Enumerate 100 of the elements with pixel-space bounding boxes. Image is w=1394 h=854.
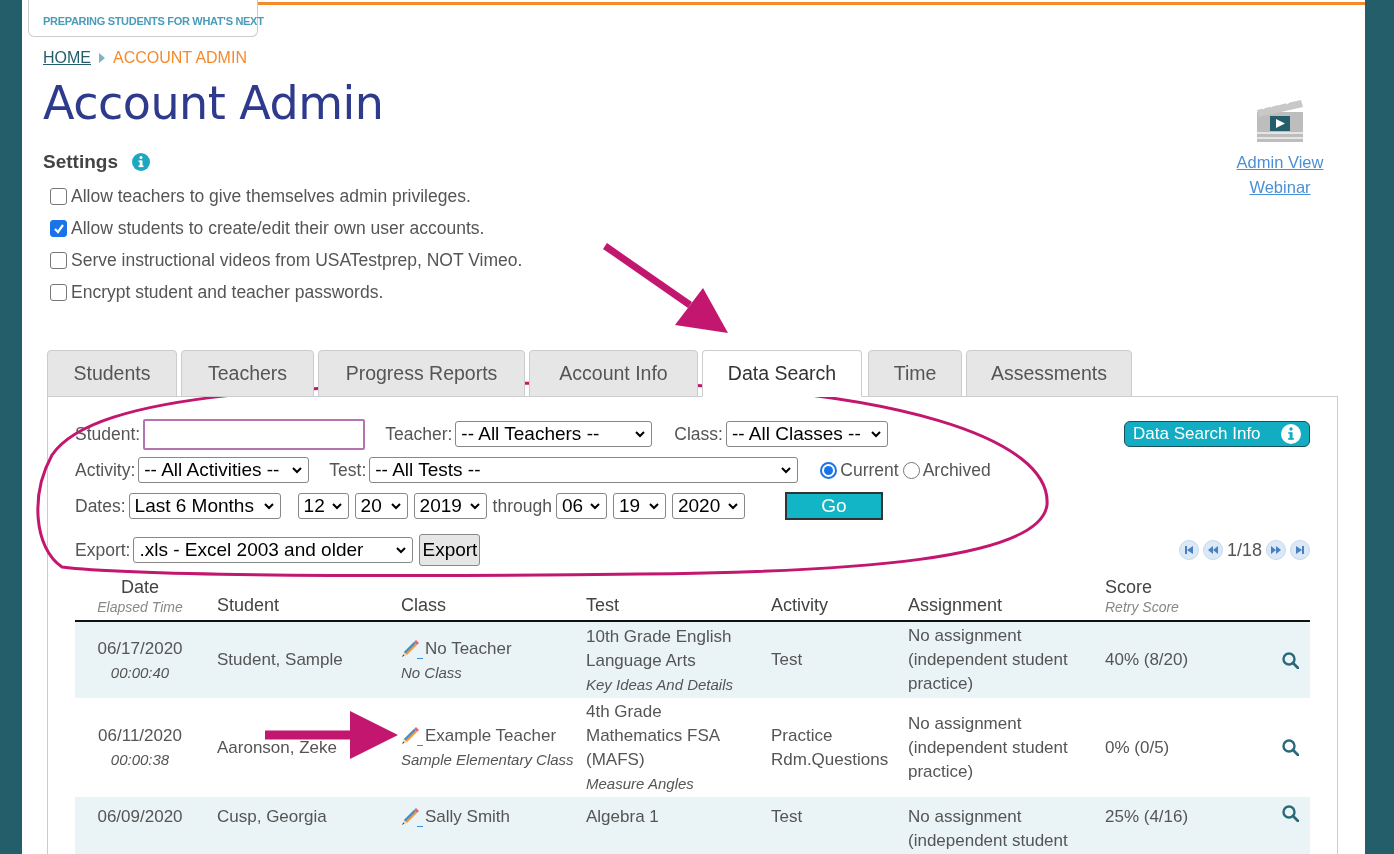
chevron-icon	[870, 430, 881, 438]
setting-label: Serve instructional videos from USATestprep, NOT Vimeo.	[71, 249, 523, 271]
checkbox[interactable]	[50, 283, 67, 301]
activity-dropdown[interactable]: -- All Activities --	[138, 457, 310, 483]
test-name: 10th Grade English Language Arts	[586, 625, 733, 672]
field-label: through	[492, 495, 552, 517]
previous-page-icon[interactable]	[1202, 540, 1223, 560]
score-text: 25% (4/16)	[1105, 807, 1189, 826]
student-search-field[interactable]	[143, 418, 366, 450]
setting-label: Encrypt student and teacher passwords.	[71, 281, 384, 303]
chevron-icon	[263, 502, 274, 510]
column-header: Date	[120, 577, 160, 598]
date-text: 06/17/2020	[96, 637, 184, 660]
class-name: Sample Elementary Class	[401, 750, 574, 770]
chevron-icon	[648, 502, 659, 510]
info-icon[interactable]	[131, 153, 150, 171]
video-icon[interactable]	[1255, 98, 1305, 144]
field-label: Export:	[75, 539, 131, 561]
elapsed-time: 00:00:40	[109, 662, 171, 683]
date-dropdown[interactable]: 20	[354, 493, 408, 519]
next-page-icon[interactable]	[1266, 540, 1286, 560]
assignment-text: No assignment (independent student	[908, 807, 1068, 850]
tab[interactable]: Progress Reports	[318, 350, 525, 397]
page-indicator: 1/18	[1226, 539, 1262, 561]
setting-label: Allow teachers to give themselves admin privileges.	[71, 185, 471, 207]
date-text: 06/09/2020	[96, 806, 184, 828]
chevron-icon	[635, 430, 646, 438]
chevron-icon	[396, 546, 407, 554]
export-format-dropdown[interactable]: .xls - Excel 2003 and older	[133, 537, 414, 563]
date-text: 06/11/2020	[97, 725, 183, 747]
date-dropdown[interactable]: 12	[297, 493, 349, 519]
date-dropdown[interactable]: 2020	[671, 493, 745, 519]
breadcrumb-current: ACCOUNT ADMIN	[113, 49, 247, 67]
field-label: Dates:	[75, 495, 126, 517]
breadcrumb-link[interactable]: HOME	[43, 49, 91, 67]
score-text: 0% (0/5)	[1105, 737, 1170, 757]
tab[interactable]: Assessments	[966, 350, 1132, 397]
setting-label: Allow students to create/edit their own user accounts.	[71, 217, 485, 239]
checkbox[interactable]	[50, 251, 67, 269]
export-button[interactable]: Export	[419, 534, 481, 566]
logo-tagline: PREPARING STUDENTS FOR WHAT'S NEXT	[43, 14, 264, 28]
test-name: 4th Grade Mathematics FSA (MAFS)	[586, 701, 721, 771]
date-dropdown[interactable]: 2019	[413, 493, 487, 519]
tab[interactable]: Teachers	[181, 350, 314, 397]
class-dropdown[interactable]: -- All Classes --	[725, 421, 888, 447]
test-name: Algebra 1	[586, 806, 660, 828]
column-subheader: Elapsed Time	[96, 598, 184, 616]
teacher-name: Sally Smith	[425, 806, 511, 828]
chevron-icon	[292, 466, 303, 474]
pencil-icon[interactable]	[401, 807, 423, 827]
test-topic: Measure Angles	[586, 774, 695, 794]
search-icon[interactable]	[1282, 739, 1299, 756]
class-name: No Class	[401, 662, 463, 683]
test-topic: Key Ideas And Details	[586, 674, 735, 695]
tab[interactable]: Students	[47, 350, 177, 397]
info-icon	[1281, 424, 1301, 444]
last-page-icon[interactable]	[1290, 540, 1310, 560]
field-label: Test:	[329, 459, 367, 481]
pencil-icon[interactable]	[401, 638, 423, 659]
date-dropdown[interactable]: 06	[555, 493, 607, 519]
teacher-dropdown[interactable]: -- All Teachers --	[455, 421, 653, 447]
column-header: Class	[401, 595, 447, 616]
student-name: Aaronson, Zeke	[217, 737, 337, 757]
page-title: Account Admin	[43, 78, 384, 128]
chevron-icon	[469, 502, 480, 510]
breadcrumb-separator-icon	[99, 53, 105, 63]
tab[interactable]: Time	[868, 350, 962, 397]
radio-label: Archived	[922, 459, 991, 481]
date-range-dropdown[interactable]: Last 6 Months	[128, 493, 281, 519]
column-header: Score	[1105, 577, 1154, 598]
pencil-icon[interactable]	[401, 726, 423, 746]
checkbox[interactable]	[50, 187, 67, 205]
date-dropdown[interactable]: 19	[612, 493, 666, 519]
elapsed-time: 00:00:38	[109, 750, 171, 770]
radio-button[interactable]	[902, 461, 920, 479]
first-page-icon[interactable]	[1178, 540, 1199, 560]
assignment-text: No assignment (independent student practice)	[908, 626, 1068, 693]
field-label: Activity:	[75, 459, 136, 481]
column-header: Student	[217, 595, 281, 616]
chevron-icon	[781, 466, 792, 474]
test-dropdown[interactable]: -- All Tests --	[369, 457, 799, 483]
tab[interactable]: Account Info	[529, 350, 698, 397]
score-text: 40% (8/20)	[1105, 650, 1189, 669]
activity-text: Test	[771, 650, 803, 669]
checkbox[interactable]	[50, 219, 67, 237]
teacher-name: Example Teacher	[425, 725, 557, 747]
student-name: Cusp, Georgia	[217, 807, 327, 826]
search-icon[interactable]	[1282, 805, 1299, 822]
radio-label: Current	[840, 459, 899, 481]
column-header: Assignment	[908, 595, 1004, 616]
tab[interactable]: Data Search	[702, 350, 862, 397]
field-label: Teacher:	[385, 423, 453, 445]
activity-text: Test	[771, 807, 803, 826]
radio-button[interactable]	[820, 461, 838, 479]
search-icon[interactable]	[1282, 651, 1299, 669]
assignment-text: No assignment (independent student practice)	[908, 713, 1068, 781]
field-label: Class:	[674, 423, 723, 445]
column-header: Activity	[771, 595, 829, 616]
column-header: Test	[586, 595, 620, 616]
activity-text: Practice Rdm.Questions	[771, 725, 889, 769]
